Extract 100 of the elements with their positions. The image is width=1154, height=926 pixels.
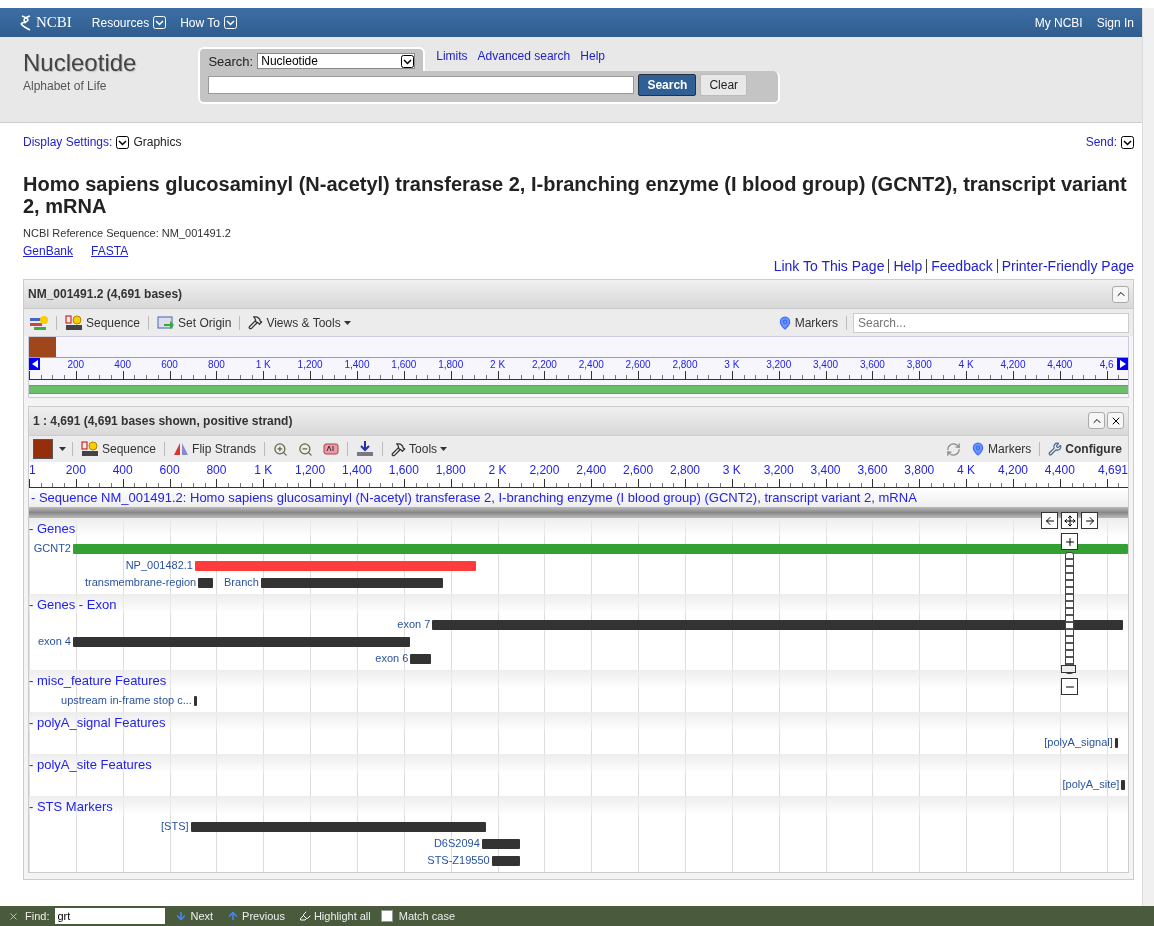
flip-strands-button[interactable]: Flip Strands xyxy=(171,442,259,457)
next-button[interactable]: Next xyxy=(171,910,218,922)
recenter-button[interactable] xyxy=(1061,512,1078,529)
find-field[interactable]: grt xyxy=(55,908,166,924)
ruler-label: 200 xyxy=(65,463,86,478)
pan-left-button[interactable] xyxy=(1041,512,1058,529)
search-link[interactable]: Advanced search xyxy=(477,49,571,63)
page-link[interactable]: Printer-Friendly Page xyxy=(996,259,1134,273)
nav-menu[interactable]: Resources xyxy=(91,15,167,30)
ruler-label: 4 K xyxy=(958,359,974,370)
send-link[interactable]: Send: xyxy=(1085,135,1117,149)
feature-bar[interactable] xyxy=(491,856,521,866)
feature-label[interactable]: [polyA_site] xyxy=(1062,778,1120,790)
page-link[interactable]: Feedback xyxy=(926,259,997,273)
flip-strands-icon xyxy=(173,442,190,457)
search-input[interactable] xyxy=(208,76,635,94)
ncbi-logo[interactable]: NCBI xyxy=(20,14,72,31)
format-link[interactable]: FASTA xyxy=(91,244,129,258)
page-link[interactable]: Help xyxy=(888,259,927,273)
configure-button[interactable]: Configure xyxy=(1046,442,1124,457)
record-title: Homo sapiens glucosaminyl (N-acetyl) transferase 2, I-branching enzyme (I blood group) (GCNT2), transcript variant 2, mRNA xyxy=(23,173,1128,217)
format-link[interactable]: GenBank xyxy=(23,244,74,258)
feature-label[interactable]: [STS] xyxy=(161,820,189,832)
account-link[interactable]: Sign In xyxy=(1096,15,1134,30)
sequence-icon xyxy=(81,441,99,458)
feature-label[interactable]: Branch xyxy=(224,576,259,588)
track-title[interactable]: - misc_feature Features xyxy=(29,673,167,688)
match-case-label: Match case xyxy=(398,910,455,922)
feature-label[interactable]: D6S2094 xyxy=(433,837,480,849)
feature-label[interactable]: GCNT2 xyxy=(33,542,71,554)
ruler-label: 1,600 xyxy=(388,463,419,478)
nav-menu[interactable]: How To xyxy=(180,15,237,30)
marker-pin-icon xyxy=(777,315,792,330)
ruler-label: 1,600 xyxy=(391,359,417,370)
feature-label[interactable]: [polyA_signal] xyxy=(1044,736,1113,748)
search-button[interactable]: Search xyxy=(638,74,697,96)
feature-bar[interactable] xyxy=(193,696,197,706)
feature-label[interactable]: exon 6 xyxy=(375,652,409,664)
track-title[interactable]: - Genes - Exon xyxy=(29,597,117,612)
feature-bar[interactable] xyxy=(410,654,432,664)
zoom-to-sequence-button[interactable] xyxy=(321,442,342,457)
feature-label[interactable]: STS-Z19550 xyxy=(427,854,490,866)
ruler-label: 4 K xyxy=(957,463,976,478)
ruler-label: 4,400 xyxy=(1047,359,1073,370)
feature-label[interactable]: transmembrane-region xyxy=(84,576,197,588)
add-track-button[interactable] xyxy=(28,315,50,330)
dropdown-icon[interactable] xyxy=(401,54,415,68)
feature-bar[interactable] xyxy=(481,839,521,849)
track-title[interactable]: - Genes xyxy=(29,521,76,536)
hammer-icon xyxy=(391,441,407,457)
clear-button[interactable]: Clear xyxy=(700,74,748,96)
color-picker[interactable] xyxy=(33,439,53,460)
sequence-search-field[interactable]: Search... xyxy=(853,312,1129,333)
dropdown-icon[interactable] xyxy=(116,135,130,149)
search-link[interactable]: Help xyxy=(580,49,605,63)
ruler-label: 3,200 xyxy=(763,463,794,478)
feature-label[interactable]: NP_001482.1 xyxy=(125,559,193,571)
track-title[interactable]: - polyA_site Features xyxy=(29,757,152,772)
ruler-label: 1 xyxy=(29,463,36,478)
pan-right-button[interactable] xyxy=(1081,512,1098,529)
caret-icon xyxy=(59,447,66,452)
account-link[interactable]: My NCBI xyxy=(1034,15,1083,30)
previous-button[interactable]: Previous xyxy=(223,910,289,922)
dropdown-icon[interactable] xyxy=(1121,135,1134,149)
highlight-all-button[interactable]: Highlight all xyxy=(294,910,375,922)
markers-button[interactable]: Markers xyxy=(775,315,840,330)
slider-thumb[interactable] xyxy=(1061,665,1076,673)
feature-bar[interactable] xyxy=(1114,738,1119,748)
markers-button[interactable]: Markers xyxy=(969,442,1034,457)
display-settings-link[interactable]: Display Settings: xyxy=(23,135,113,149)
zoom-out-button[interactable] xyxy=(1061,678,1078,695)
sequence-button[interactable]: Sequence xyxy=(63,314,143,331)
view-range-marker[interactable] xyxy=(29,337,56,357)
feature-label[interactable]: upstream in-frame stop c... xyxy=(61,694,192,706)
collapse-button[interactable] xyxy=(1112,285,1129,303)
feature-label[interactable]: exon 4 xyxy=(37,635,71,647)
database-select[interactable]: Nucleotide xyxy=(257,53,416,69)
track-title[interactable]: - STS Markers xyxy=(29,799,113,814)
logo-text[interactable]: NCBI xyxy=(36,14,72,31)
marker-pin-icon xyxy=(971,442,985,457)
close-button[interactable] xyxy=(1107,412,1124,430)
search-link[interactable]: Limits xyxy=(436,49,468,63)
ruler-label: 3,800 xyxy=(906,359,932,370)
track-title[interactable]: - polyA_signal Features xyxy=(29,715,166,730)
ruler-label: 1 K xyxy=(254,463,273,478)
refresh-button[interactable] xyxy=(944,441,963,457)
scrollbar[interactable] xyxy=(1142,8,1154,906)
set-origin-button[interactable]: Set Origin xyxy=(155,314,234,331)
sequence-button[interactable]: Sequence xyxy=(79,441,159,458)
page-link[interactable]: Link To This Page xyxy=(769,259,889,273)
zoom-in-button[interactable] xyxy=(1061,533,1078,550)
collapse-button[interactable] xyxy=(1088,412,1105,430)
match-case-checkbox[interactable] xyxy=(380,910,393,922)
views-tools-menu[interactable]: Views & Tools xyxy=(246,315,353,330)
feature-label[interactable]: exon 7 xyxy=(397,618,431,630)
close-icon[interactable] xyxy=(8,910,19,922)
scroll-right-icon[interactable] xyxy=(1117,358,1128,370)
arrow-right-icon xyxy=(1083,514,1096,527)
tools-menu[interactable]: Tools xyxy=(389,441,450,457)
scroll-left-icon[interactable] xyxy=(29,358,40,370)
